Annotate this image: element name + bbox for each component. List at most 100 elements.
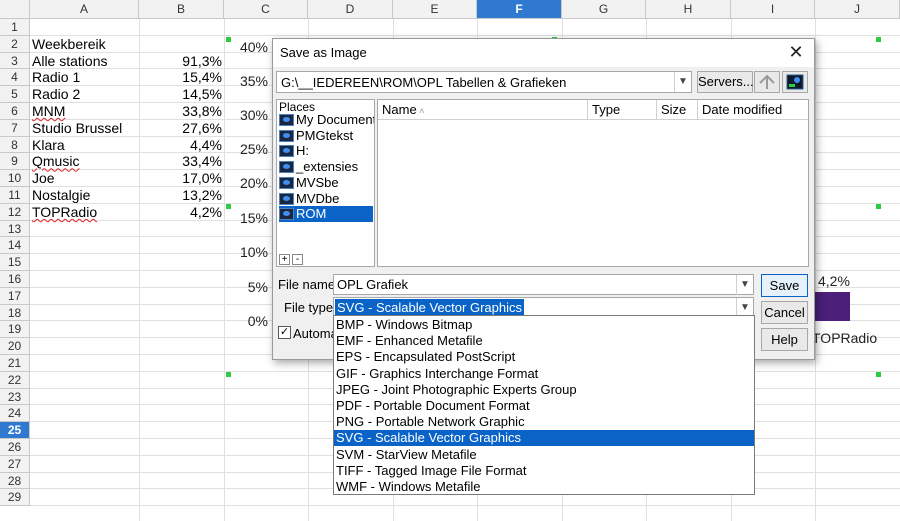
- cell-value[interactable]: 17,0%: [139, 170, 222, 187]
- close-icon[interactable]: ✕: [786, 42, 806, 62]
- place-item[interactable]: _extensies: [279, 159, 373, 175]
- file-type-option[interactable]: SVG - Scalable Vector Graphics: [334, 430, 754, 447]
- file-type-option[interactable]: JPEG - Joint Photographic Experts Group: [334, 382, 754, 398]
- column-header-e[interactable]: E: [393, 0, 477, 19]
- row-header[interactable]: 11: [0, 187, 30, 204]
- cell-value[interactable]: 4,4%: [139, 137, 222, 154]
- row-header[interactable]: 5: [0, 86, 30, 103]
- place-item[interactable]: MVSbe: [279, 175, 373, 191]
- new-folder-button[interactable]: [782, 71, 808, 93]
- cell-label[interactable]: Nostalgie: [32, 187, 90, 204]
- row-header[interactable]: 18: [0, 304, 30, 322]
- row-header[interactable]: 15: [0, 254, 30, 271]
- file-type-option[interactable]: PDF - Portable Document Format: [334, 398, 754, 414]
- row-header[interactable]: 2: [0, 35, 30, 53]
- column-header-g[interactable]: G: [562, 0, 646, 19]
- file-type-option[interactable]: EMF - Enhanced Metafile: [334, 333, 754, 349]
- file-type-option[interactable]: PNG - Portable Network Graphic: [334, 414, 754, 430]
- file-list[interactable]: Name ˄ Type Size Date modified: [377, 99, 809, 267]
- cell-label[interactable]: Alle stations: [32, 53, 107, 70]
- row-header[interactable]: 12: [0, 203, 30, 221]
- cell-value[interactable]: 27,6%: [139, 120, 222, 137]
- save-as-image-dialog[interactable]: Save as Image ✕ G:\__IEDEREEN\ROM\OPL Ta…: [272, 38, 815, 360]
- cell-label[interactable]: Radio 2: [32, 86, 80, 103]
- row-header[interactable]: 16: [0, 271, 30, 288]
- place-item[interactable]: H:: [279, 143, 373, 159]
- place-item[interactable]: MVDbe: [279, 191, 373, 207]
- chart-handle-tr[interactable]: [876, 37, 881, 42]
- row-header[interactable]: 7: [0, 119, 30, 137]
- path-field[interactable]: G:\__IEDEREEN\ROM\OPL Tabellen & Grafiek…: [281, 75, 566, 90]
- row-header[interactable]: 22: [0, 371, 30, 389]
- row-header[interactable]: 21: [0, 355, 30, 372]
- chart-handle-br[interactable]: [876, 372, 881, 377]
- row-header[interactable]: 19: [0, 321, 30, 339]
- row-header[interactable]: 25: [0, 422, 30, 439]
- cell-value[interactable]: 13,2%: [139, 187, 222, 204]
- up-folder-button[interactable]: [754, 71, 780, 93]
- row-header[interactable]: 27: [0, 455, 30, 473]
- row-header[interactable]: 3: [0, 52, 30, 70]
- cell-label[interactable]: Radio 1: [32, 69, 80, 86]
- dialog-titlebar[interactable]: Save as Image ✕: [273, 39, 814, 67]
- row-header[interactable]: 20: [0, 338, 30, 355]
- row-header[interactable]: 28: [0, 472, 30, 490]
- cell-value[interactable]: 91,3%: [139, 53, 222, 70]
- column-header-f[interactable]: F: [477, 0, 562, 19]
- cell-label[interactable]: Qmusic: [32, 153, 79, 170]
- cell-label[interactable]: Klara: [32, 137, 65, 154]
- row-header[interactable]: 9: [0, 153, 30, 171]
- cell-label[interactable]: TOPRadio: [32, 204, 97, 221]
- chart-handle-ml[interactable]: [226, 204, 231, 209]
- column-header-c[interactable]: C: [224, 0, 308, 19]
- column-header-d[interactable]: D: [308, 0, 393, 19]
- servers-button[interactable]: Servers...: [697, 71, 754, 93]
- file-name-input[interactable]: OPL Grafiek: [337, 277, 408, 292]
- row-header[interactable]: 23: [0, 388, 30, 406]
- row-header[interactable]: 1: [0, 19, 30, 36]
- place-item[interactable]: My Documents: [279, 112, 374, 128]
- column-header-j[interactable]: J: [815, 0, 900, 19]
- cell-value[interactable]: 4,2%: [139, 204, 222, 221]
- place-item[interactable]: PMGtekst: [279, 128, 373, 144]
- file-type-option[interactable]: SVM - StarView Metafile: [334, 447, 754, 463]
- cell-label[interactable]: Joe: [32, 170, 55, 187]
- column-size-header[interactable]: Size: [657, 100, 698, 120]
- file-type-option[interactable]: TIFF - Tagged Image File Format: [334, 463, 754, 479]
- places-panel[interactable]: Places My Documents PMGtekst H: _extensies M…: [276, 99, 375, 267]
- column-header-i[interactable]: I: [731, 0, 815, 19]
- row-header[interactable]: 26: [0, 439, 30, 456]
- chart-handle-bl[interactable]: [226, 372, 231, 377]
- row-header[interactable]: 17: [0, 287, 30, 305]
- column-header-b[interactable]: B: [139, 0, 224, 19]
- column-type-header[interactable]: Type: [588, 100, 657, 120]
- file-type-option[interactable]: BMP - Windows Bitmap: [334, 317, 754, 333]
- help-button[interactable]: Help: [761, 328, 808, 351]
- chart-handle-mr[interactable]: [876, 204, 881, 209]
- cell-value[interactable]: 14,5%: [139, 86, 222, 103]
- column-name-header[interactable]: Name ˄: [378, 100, 588, 120]
- remove-place-button[interactable]: -: [292, 254, 303, 265]
- select-all-corner[interactable]: [0, 0, 30, 19]
- row-header[interactable]: 29: [0, 489, 30, 507]
- file-type-option[interactable]: EPS - Encapsulated PostScript: [334, 349, 754, 365]
- row-header[interactable]: 10: [0, 170, 30, 187]
- chevron-down-icon[interactable]: ▼: [674, 72, 691, 92]
- row-header[interactable]: 24: [0, 405, 30, 423]
- add-place-button[interactable]: +: [279, 254, 290, 265]
- file-type-dropdown-list[interactable]: BMP - Windows Bitmap EMF - Enhanced Metaf…: [333, 315, 755, 495]
- auto-extension-checkbox[interactable]: ✓: [278, 326, 291, 339]
- cell-value[interactable]: 33,8%: [139, 103, 222, 120]
- cell-label[interactable]: MNM: [32, 103, 65, 120]
- file-name-combobox[interactable]: OPL Grafiek ▼: [333, 274, 754, 295]
- row-header[interactable]: 13: [0, 220, 30, 238]
- cell-label[interactable]: Weekbereik: [32, 36, 106, 53]
- file-type-option[interactable]: GIF - Graphics Interchange Format: [334, 366, 754, 382]
- column-header-a[interactable]: A: [30, 0, 139, 19]
- column-date-header[interactable]: Date modified: [698, 100, 808, 120]
- cell-label[interactable]: Studio Brussel: [32, 120, 122, 137]
- save-button[interactable]: Save: [761, 274, 808, 297]
- row-header[interactable]: 4: [0, 69, 30, 87]
- cancel-button[interactable]: Cancel: [761, 301, 808, 324]
- column-header-h[interactable]: H: [646, 0, 731, 19]
